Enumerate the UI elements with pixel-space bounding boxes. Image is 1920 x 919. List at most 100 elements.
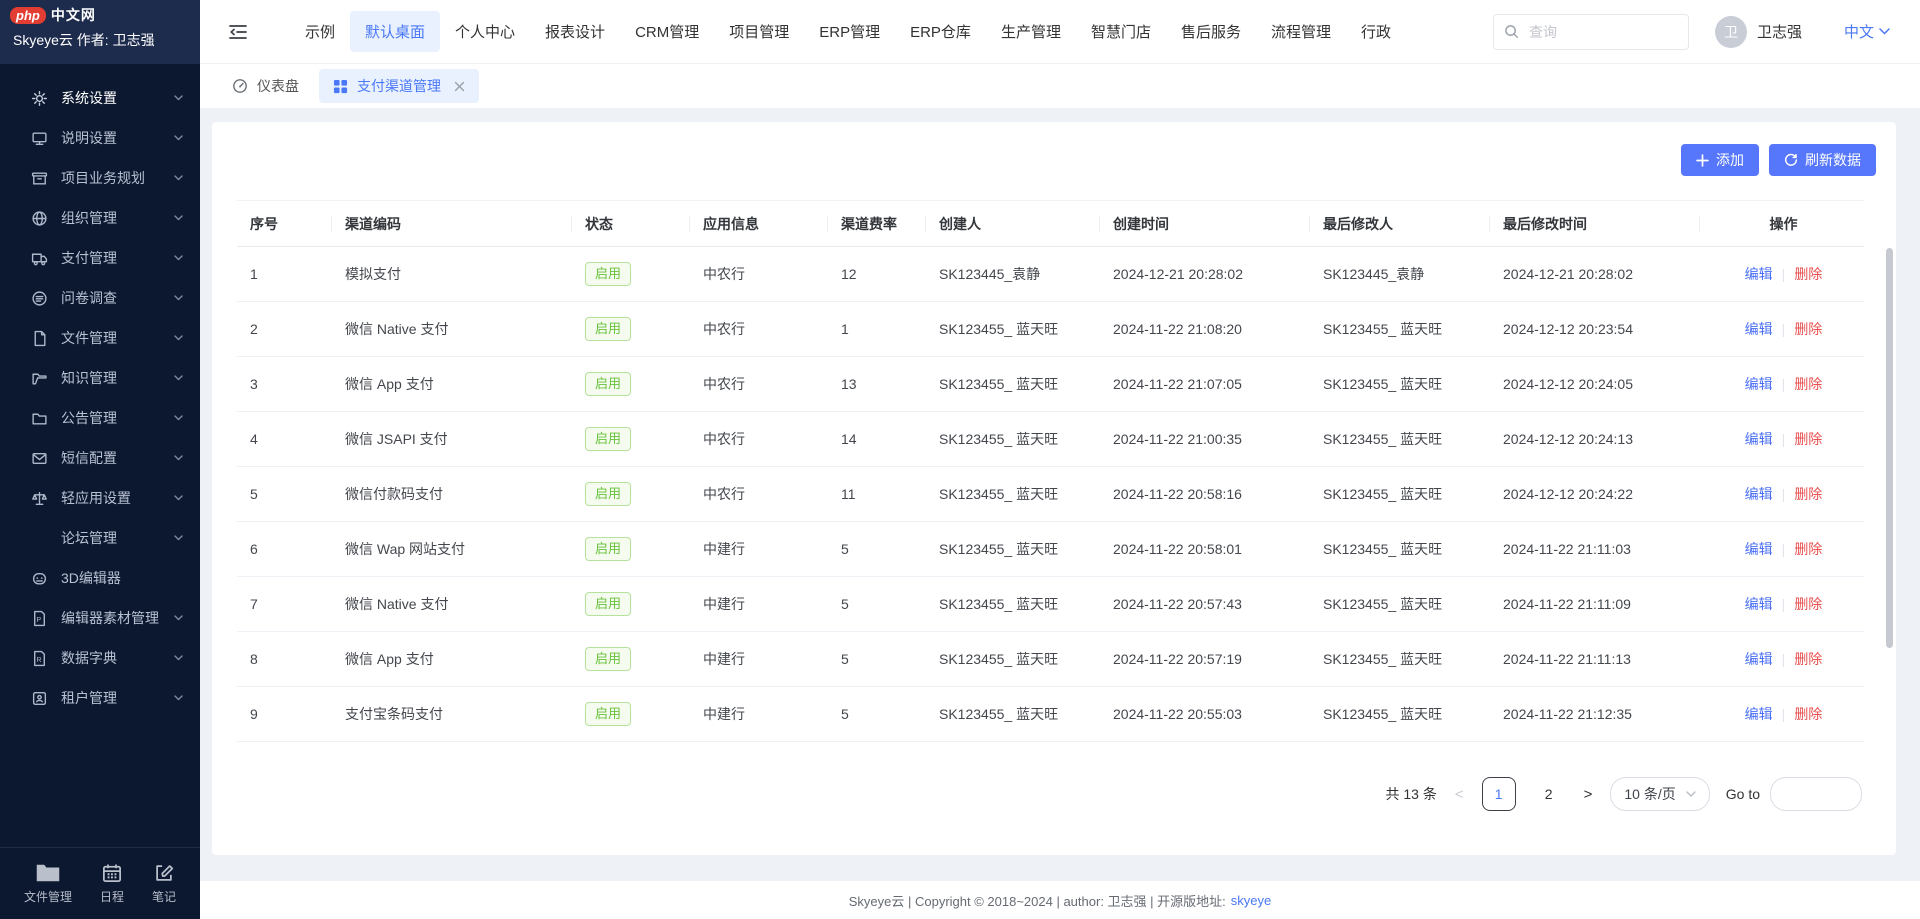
search-input[interactable] bbox=[1527, 23, 1678, 41]
nav-item-project-management[interactable]: 项目管理 bbox=[714, 11, 804, 52]
cell-seq: 2 bbox=[237, 302, 332, 357]
sidebar-item-label: 文件管理 bbox=[61, 328, 174, 348]
table-row: 7 微信 Native 支付 启用 中建行 5 SK123455_ 蓝天旺 20… bbox=[237, 577, 1864, 632]
table-scrollbar-thumb[interactable] bbox=[1886, 248, 1893, 648]
edit-link[interactable]: 编辑 bbox=[1745, 706, 1773, 722]
user-menu[interactable]: 卫 卫志强 bbox=[1715, 16, 1802, 48]
sidebar-item-questionnaire-survey[interactable]: 问卷调查 bbox=[0, 278, 200, 318]
table-row: 3 微信 App 支付 启用 中农行 13 SK123455_ 蓝天旺 2024… bbox=[237, 357, 1864, 412]
nav-item-erp-management[interactable]: ERP管理 bbox=[804, 11, 895, 52]
mail-icon bbox=[30, 449, 48, 467]
cell-channel-code: 微信 Native 支付 bbox=[332, 302, 572, 357]
page-size-select[interactable]: 10 条/页 bbox=[1610, 777, 1709, 811]
cell-seq: 8 bbox=[237, 632, 332, 687]
content-area: 添加 刷新数据 序号 bbox=[200, 108, 1920, 881]
svg-text:P: P bbox=[36, 617, 41, 624]
sidebar-item-3d-editor[interactable]: 3D编辑器 bbox=[0, 558, 200, 598]
cell-actions: 编辑 | 删除 bbox=[1700, 357, 1864, 412]
delete-link[interactable]: 删除 bbox=[1794, 596, 1822, 612]
delete-link[interactable]: 删除 bbox=[1794, 431, 1822, 447]
nav-item-personal-center[interactable]: 个人中心 bbox=[440, 11, 530, 52]
edit-link[interactable]: 编辑 bbox=[1745, 321, 1773, 337]
delete-link[interactable]: 删除 bbox=[1794, 706, 1822, 722]
cell-app-info: 中农行 bbox=[690, 357, 828, 412]
language-switcher[interactable]: 中文 bbox=[1844, 21, 1890, 42]
nav-item-process-management[interactable]: 流程管理 bbox=[1256, 11, 1346, 52]
cell-seq: 7 bbox=[237, 577, 332, 632]
pagination-next-icon[interactable]: > bbox=[1582, 786, 1595, 803]
tab-dashboard[interactable]: 仪表盘 bbox=[218, 69, 313, 103]
refresh-data-button[interactable]: 刷新数据 bbox=[1769, 144, 1876, 176]
edit-link[interactable]: 编辑 bbox=[1745, 596, 1773, 612]
global-search[interactable] bbox=[1493, 14, 1689, 50]
file-r-icon: R bbox=[30, 649, 48, 667]
sidebar-footer-schedule[interactable]: 日程 bbox=[100, 863, 124, 905]
delete-link[interactable]: 删除 bbox=[1794, 651, 1822, 667]
pagination-page-1[interactable]: 1 bbox=[1482, 777, 1516, 811]
sidebar-item-project-business-planning[interactable]: 项目业务规划 bbox=[0, 158, 200, 198]
pagination-page-2[interactable]: 2 bbox=[1532, 777, 1566, 811]
sidebar-footer-file-management[interactable]: 文件管理 bbox=[24, 863, 72, 905]
nav-item-crm[interactable]: CRM管理 bbox=[620, 11, 714, 52]
sidebar-item-tenant-management[interactable]: 租户管理 bbox=[0, 678, 200, 718]
chevron-down-icon bbox=[174, 335, 183, 341]
edit-link[interactable]: 编辑 bbox=[1745, 266, 1773, 282]
tab-payment-channel-management[interactable]: 支付渠道管理 bbox=[319, 69, 479, 103]
refresh-icon bbox=[1784, 153, 1798, 167]
sidebar-item-knowledge-management[interactable]: 知识管理 bbox=[0, 358, 200, 398]
sidebar-item-system-settings[interactable]: 系统设置 bbox=[0, 78, 200, 118]
cell-channel-code: 模拟支付 bbox=[332, 247, 572, 302]
nav-item-production-management[interactable]: 生产管理 bbox=[986, 11, 1076, 52]
cell-actions: 编辑|删除 bbox=[1700, 467, 1864, 522]
delete-link[interactable]: 删除 bbox=[1794, 541, 1822, 557]
sidebar-item-editor-material-management[interactable]: P 编辑器素材管理 bbox=[0, 598, 200, 638]
add-button[interactable]: 添加 bbox=[1681, 144, 1759, 176]
delete-link[interactable]: 删除 bbox=[1794, 376, 1822, 392]
cell-modified-time: 2024-12-12 20:24:05 bbox=[1490, 357, 1700, 412]
close-icon[interactable] bbox=[454, 81, 465, 92]
sidebar-item-organization-management[interactable]: 组织管理 bbox=[0, 198, 200, 238]
sidebar-footer-notes[interactable]: 笔记 bbox=[152, 863, 176, 905]
sidebar-item-announcement-management[interactable]: 公告管理 bbox=[0, 398, 200, 438]
edit-link[interactable]: 编辑 bbox=[1745, 431, 1773, 447]
goto-page-input[interactable] bbox=[1770, 777, 1862, 811]
sidebar: php 中文网 Skyeye云 作者: 卫志强 系统设置 说明设置 项目业务规划 bbox=[0, 0, 200, 919]
edit-link[interactable]: 编辑 bbox=[1745, 486, 1773, 502]
cell-creator: SK123445_袁静 bbox=[926, 247, 1100, 302]
nav-item-default-desktop[interactable]: 默认桌面 bbox=[350, 11, 440, 52]
action-separator: | bbox=[1782, 376, 1786, 392]
nav-item-smart-store[interactable]: 智慧门店 bbox=[1076, 11, 1166, 52]
nav-item-after-sales[interactable]: 售后服务 bbox=[1166, 11, 1256, 52]
collapse-sidebar-icon[interactable] bbox=[228, 23, 248, 41]
cell-status: 启用 bbox=[572, 412, 690, 467]
sidebar-item-label: 租户管理 bbox=[61, 688, 174, 708]
sidebar-item-file-management[interactable]: 文件管理 bbox=[0, 318, 200, 358]
edit-link[interactable]: 编辑 bbox=[1745, 376, 1773, 392]
top-header: 示例 默认桌面 个人中心 报表设计 CRM管理 项目管理 ERP管理 ERP仓库… bbox=[200, 0, 1920, 64]
delete-link[interactable]: 删除 bbox=[1794, 486, 1822, 502]
action-separator: | bbox=[1782, 431, 1786, 447]
pagination-prev-icon[interactable]: < bbox=[1453, 786, 1466, 803]
edit-link[interactable]: 编辑 bbox=[1745, 541, 1773, 557]
table-row: 1 模拟支付 启用 中农行 12 SK123445_袁静 2024-12-21 … bbox=[237, 247, 1864, 302]
cell-modifier: SK123455_ 蓝天旺 bbox=[1310, 357, 1490, 412]
edit-link[interactable]: 编辑 bbox=[1745, 651, 1773, 667]
sidebar-item-forum-management[interactable]: 论坛管理 bbox=[0, 518, 200, 558]
sidebar-item-payment-management[interactable]: 支付管理 bbox=[0, 238, 200, 278]
sidebar-item-light-app-settings[interactable]: 轻应用设置 bbox=[0, 478, 200, 518]
cell-modified-time: 2024-11-22 21:12:35 bbox=[1490, 687, 1700, 742]
footer-text: Skyeye云 | Copyright © 2018~2024 | author… bbox=[849, 891, 1226, 910]
status-badge: 启用 bbox=[585, 537, 631, 561]
sidebar-item-data-dictionary[interactable]: R 数据字典 bbox=[0, 638, 200, 678]
sidebar-item-sms-config[interactable]: 短信配置 bbox=[0, 438, 200, 478]
delete-link[interactable]: 删除 bbox=[1794, 266, 1822, 282]
sidebar-item-description-settings[interactable]: 说明设置 bbox=[0, 118, 200, 158]
nav-item-erp-warehouse[interactable]: ERP仓库 bbox=[895, 11, 986, 52]
nav-item-report-design[interactable]: 报表设计 bbox=[530, 11, 620, 52]
nav-item-examples[interactable]: 示例 bbox=[290, 11, 350, 52]
nav-item-administration[interactable]: 行政 bbox=[1346, 11, 1406, 52]
edit-pencil-icon bbox=[154, 863, 174, 883]
footer-skyeye-link[interactable]: skyeye bbox=[1231, 893, 1271, 908]
table-row: 6 微信 Wap 网站支付 启用 中建行 5 SK123455_ 蓝天旺 202… bbox=[237, 522, 1864, 577]
delete-link[interactable]: 删除 bbox=[1794, 321, 1822, 337]
